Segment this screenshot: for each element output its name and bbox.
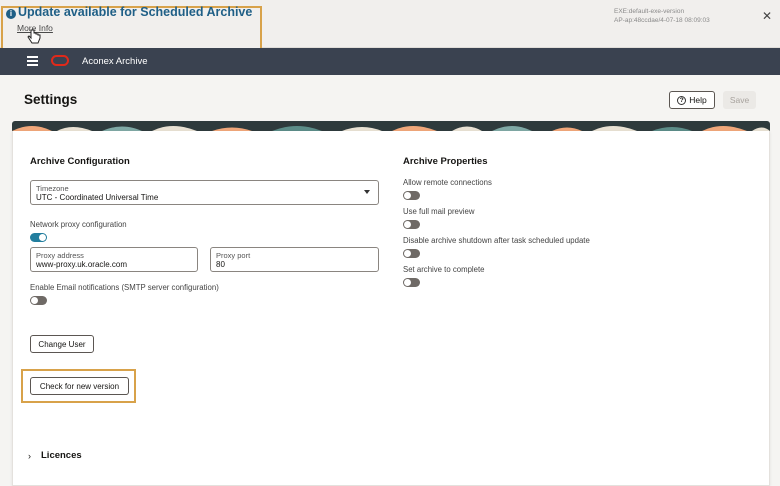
email-notifications-label: Enable Email notifications (SMTP server … [30, 283, 219, 292]
oracle-logo [51, 55, 69, 66]
hamburger-menu-icon[interactable] [27, 56, 38, 66]
timezone-value: UTC - Coordinated Universal Time [36, 193, 159, 202]
licences-section-toggle[interactable]: Licences [41, 450, 82, 461]
chevron-right-icon[interactable]: › [28, 451, 31, 461]
hand-cursor-icon [27, 29, 41, 44]
prop-label-set-complete: Set archive to complete [403, 265, 485, 274]
proxy-port-label: Proxy port [216, 251, 251, 260]
archive-properties-title: Archive Properties [403, 156, 488, 167]
proxy-port-field[interactable]: Proxy port 80 [210, 247, 379, 272]
close-icon[interactable]: ✕ [762, 9, 772, 23]
help-button-label: Help [689, 95, 707, 105]
proxy-config-label: Network proxy configuration [30, 220, 127, 229]
page-title: Settings [24, 92, 78, 107]
app-header: Aconex Archive [0, 48, 780, 75]
version-line-exe: EXE:default-exe-version [614, 8, 685, 15]
version-line-ap: AP-ap:48ccdae/4-07-18 08:09:03 [614, 17, 710, 24]
app-title: Aconex Archive [82, 56, 148, 67]
prop-toggle-set-complete[interactable] [403, 278, 420, 287]
prop-toggle-remote-connections[interactable] [403, 191, 420, 200]
prop-toggle-full-mail-preview[interactable] [403, 220, 420, 229]
version-info: EXE:default-exe-version AP-ap:48ccdae/4-… [614, 7, 710, 25]
proxy-address-label: Proxy address [36, 251, 84, 260]
notification-banner: i Update available for Scheduled Archive… [0, 0, 780, 53]
info-icon: i [6, 9, 16, 19]
archive-configuration-title: Archive Configuration [30, 156, 130, 167]
decorative-pattern [12, 121, 770, 131]
proxy-config-toggle[interactable] [30, 233, 47, 242]
proxy-port-value: 80 [216, 260, 225, 269]
prop-label-full-mail-preview: Use full mail preview [403, 207, 475, 216]
change-user-button[interactable]: Change User [30, 335, 94, 353]
timezone-select[interactable]: Timezone UTC - Coordinated Universal Tim… [30, 180, 379, 205]
help-button[interactable]: ? Help [669, 91, 715, 109]
email-notifications-toggle[interactable] [30, 296, 47, 305]
chevron-down-icon [364, 190, 370, 194]
prop-label-disable-shutdown: Disable archive shutdown after task sche… [403, 236, 590, 245]
proxy-address-field[interactable]: Proxy address www-proxy.uk.oracle.com [30, 247, 198, 272]
help-icon: ? [677, 95, 687, 105]
timezone-label: Timezone [36, 184, 69, 193]
save-button[interactable]: Save [723, 91, 756, 109]
proxy-address-value: www-proxy.uk.oracle.com [36, 260, 127, 269]
prop-label-remote-connections: Allow remote connections [403, 178, 492, 187]
check-version-button[interactable]: Check for new version [30, 377, 129, 395]
banner-title: Update available for Scheduled Archive [18, 5, 253, 19]
prop-toggle-disable-shutdown[interactable] [403, 249, 420, 258]
